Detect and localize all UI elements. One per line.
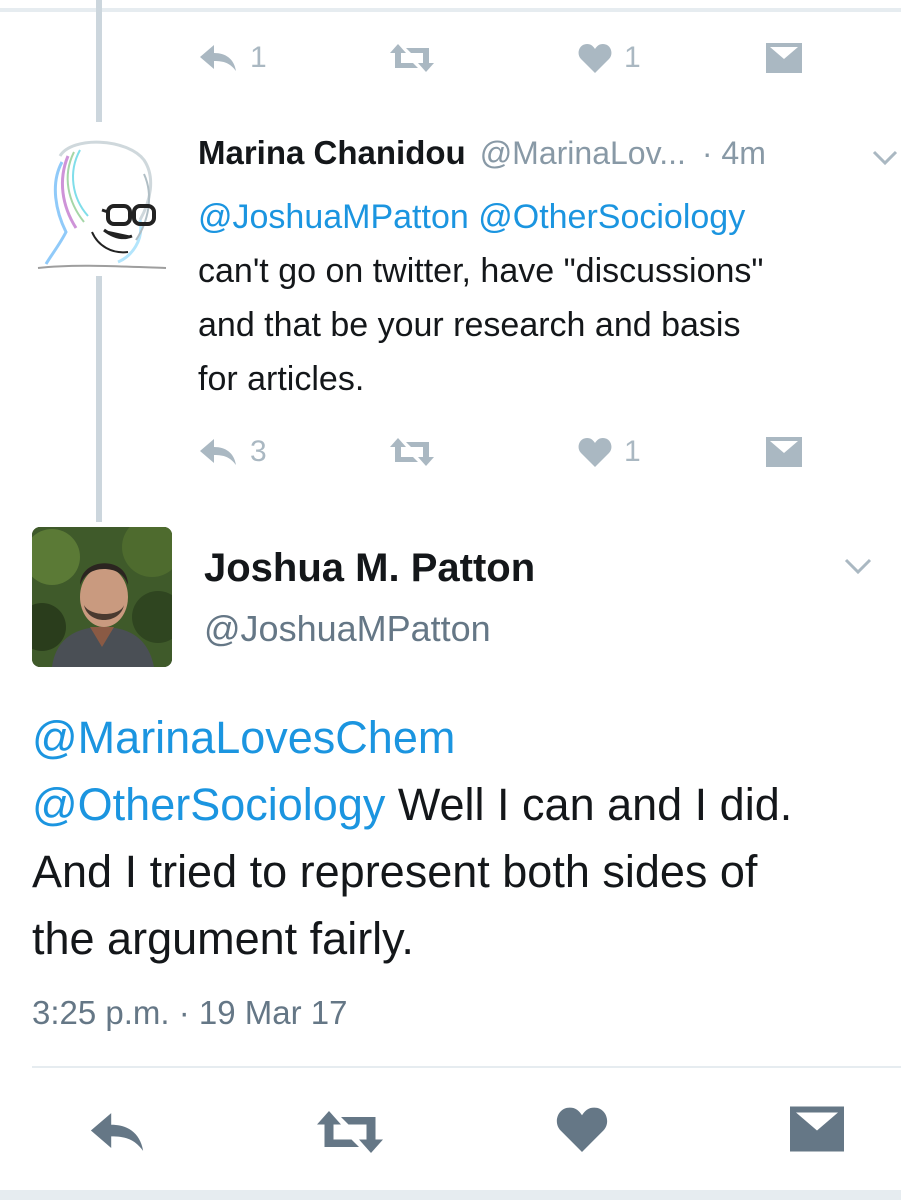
tweet-line: @MarinaLovesChem bbox=[32, 704, 892, 771]
heart-icon[interactable] bbox=[556, 1106, 608, 1152]
tweet-line: @JoshuaMPatton @OtherSociology bbox=[198, 190, 888, 244]
divider bbox=[32, 1066, 901, 1068]
heart-icon bbox=[578, 44, 612, 73]
retweet-icon[interactable] bbox=[314, 1108, 386, 1156]
tweet-line: and that be your research and basis bbox=[198, 306, 741, 344]
reply-icon bbox=[200, 439, 236, 465]
tweet-line: @OtherSociology Well I can and I did. bbox=[32, 771, 892, 838]
avatar[interactable] bbox=[32, 527, 172, 667]
tweet-timestamp[interactable]: 3:25 p.m. · 19 Mar 17 bbox=[32, 994, 347, 1032]
reply-count: 3 bbox=[250, 435, 267, 468]
retweet-action[interactable] bbox=[388, 430, 436, 474]
mention-link[interactable]: @OtherSociology bbox=[478, 198, 745, 236]
like-action[interactable]: 1 bbox=[578, 36, 641, 80]
dm-action[interactable] bbox=[766, 430, 802, 474]
tweet-line: And I tried to represent both sides of bbox=[32, 846, 758, 897]
dm-action[interactable] bbox=[766, 36, 802, 80]
thread-connector-line bbox=[96, 0, 102, 122]
retweet-action[interactable] bbox=[388, 36, 436, 80]
bottom-divider bbox=[0, 1190, 901, 1200]
thread-connector-line bbox=[96, 258, 102, 522]
previous-tweet-actions: 1 1 bbox=[198, 36, 818, 80]
display-name[interactable]: Joshua M. Patton bbox=[204, 546, 535, 591]
dm-icon bbox=[766, 437, 802, 467]
mention-link[interactable]: @MarinaLovesChem bbox=[32, 712, 455, 763]
tweet-line: the argument fairly. bbox=[32, 913, 414, 964]
reply-tweet-header: Marina Chanidou @MarinaLov... · 4m bbox=[198, 134, 838, 180]
reply-tweet-text: @JoshuaMPatton @OtherSociology can't go … bbox=[198, 190, 888, 406]
reply-tweet-actions: 3 1 bbox=[198, 430, 818, 474]
top-divider bbox=[0, 8, 901, 12]
like-action[interactable]: 1 bbox=[578, 430, 641, 474]
like-count: 1 bbox=[624, 41, 641, 74]
mention-link[interactable]: @JoshuaMPatton bbox=[198, 198, 469, 236]
dm-icon bbox=[766, 43, 802, 73]
retweet-icon bbox=[390, 438, 434, 466]
retweet-icon bbox=[390, 44, 434, 72]
reply-count: 1 bbox=[250, 41, 267, 74]
reply-action[interactable]: 1 bbox=[198, 36, 267, 80]
tweet-line: can't go on twitter, have "discussions" bbox=[198, 252, 764, 290]
display-name[interactable]: Marina Chanidou bbox=[198, 134, 466, 172]
heart-icon bbox=[578, 438, 612, 467]
reply-icon bbox=[200, 45, 236, 71]
user-handle[interactable]: @MarinaLov... bbox=[480, 135, 686, 172]
tweet-time[interactable]: · 4m bbox=[702, 135, 766, 172]
main-tweet-actions bbox=[0, 1100, 901, 1164]
user-handle[interactable]: @JoshuaMPatton bbox=[204, 608, 491, 650]
reply-icon[interactable] bbox=[88, 1110, 146, 1154]
main-tweet-text: @MarinaLovesChem @OtherSociology Well I … bbox=[32, 704, 892, 972]
tweet-line: for articles. bbox=[198, 360, 365, 398]
mention-link[interactable]: @OtherSociology bbox=[32, 779, 385, 830]
chevron-down-icon[interactable] bbox=[872, 150, 898, 166]
chevron-down-icon[interactable] bbox=[844, 558, 872, 576]
avatar[interactable] bbox=[32, 136, 172, 276]
reply-action[interactable]: 3 bbox=[198, 430, 267, 474]
dm-icon[interactable] bbox=[790, 1106, 844, 1152]
tweet-text: Well I can and I did. bbox=[385, 779, 793, 830]
like-count: 1 bbox=[624, 435, 641, 468]
